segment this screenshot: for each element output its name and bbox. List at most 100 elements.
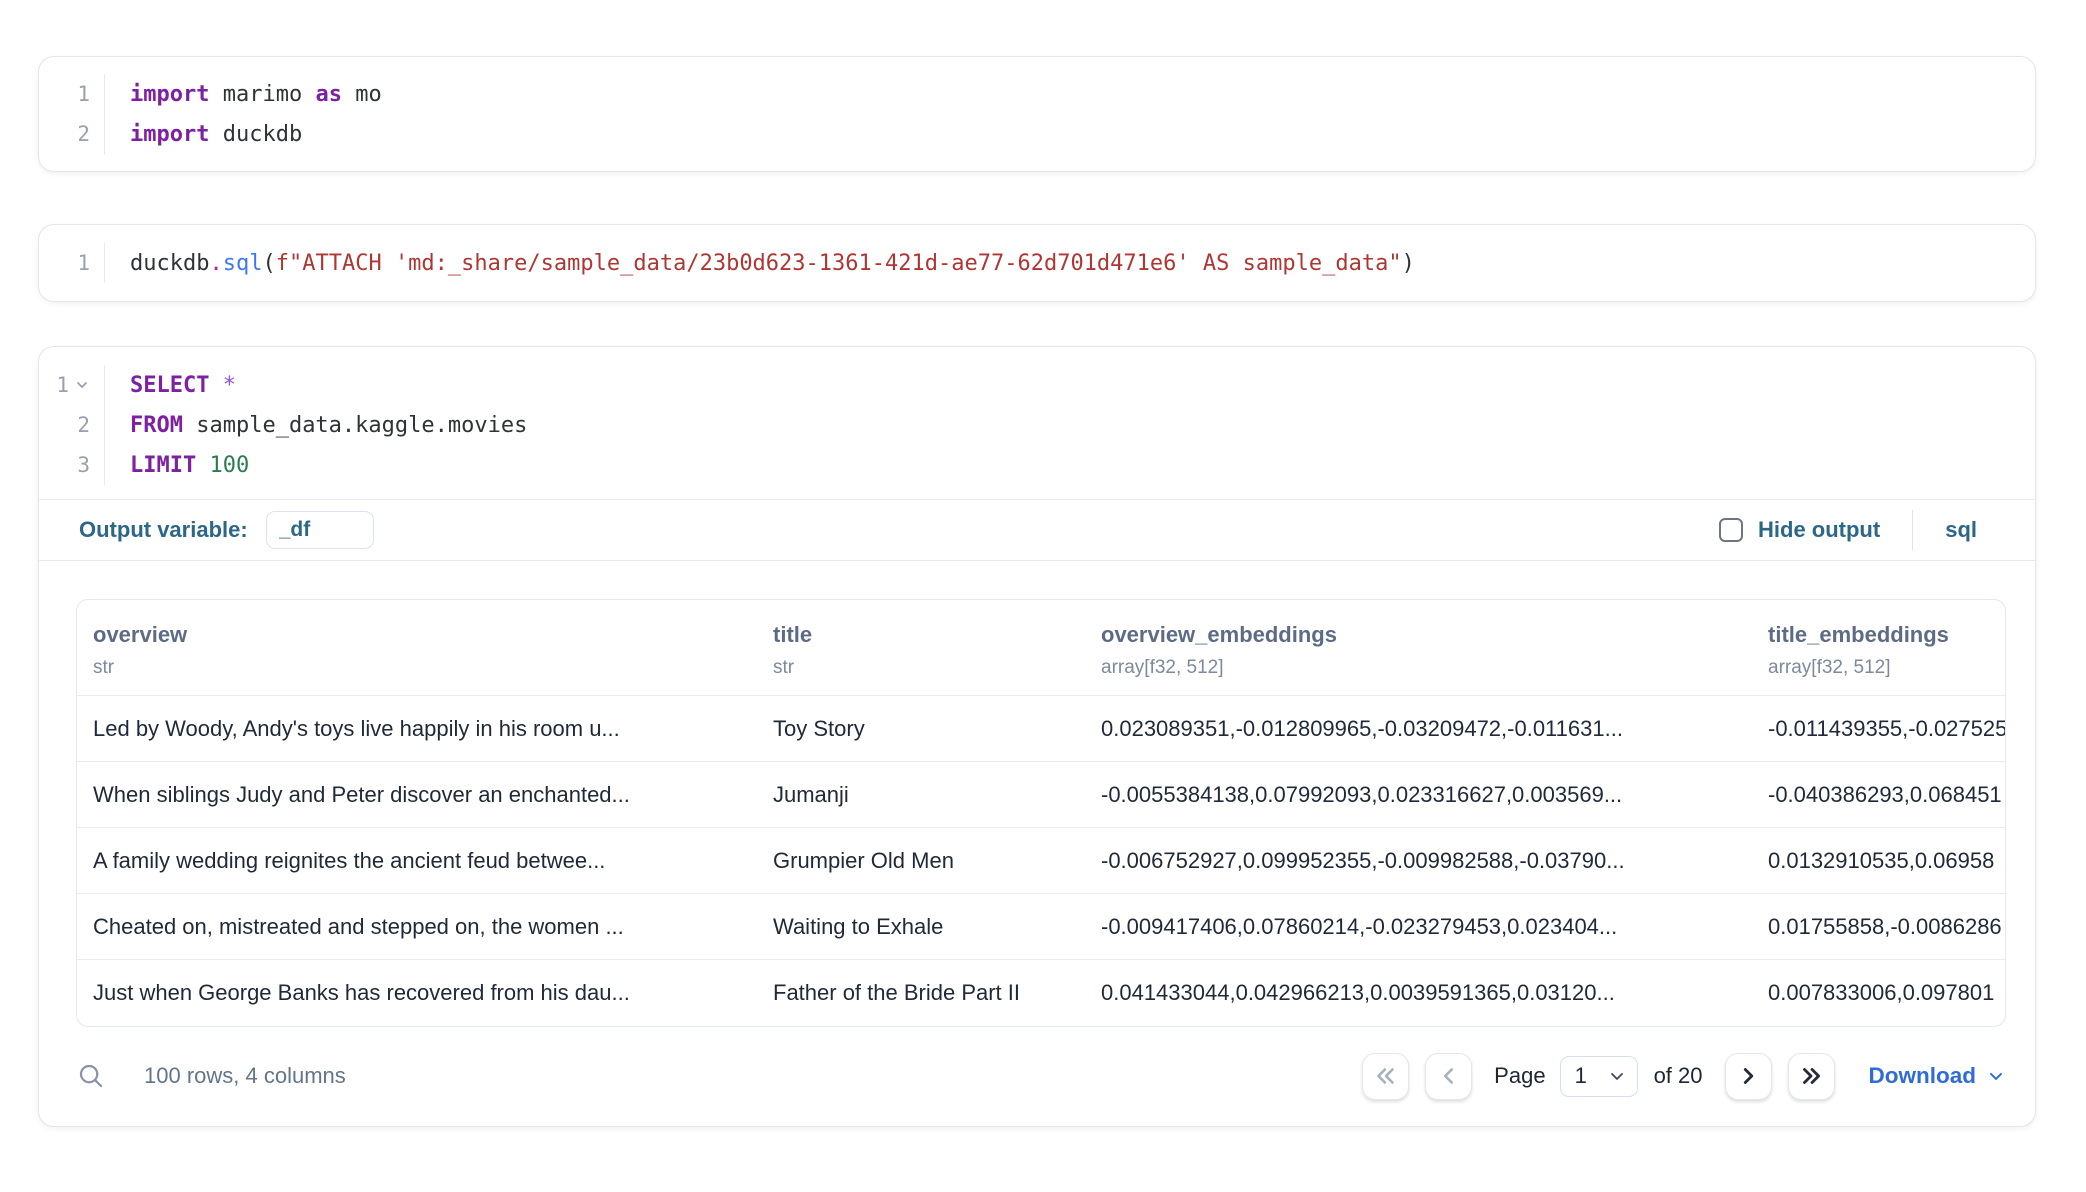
code-token: SELECT (130, 373, 209, 398)
code-text[interactable]: FROM sample_data.kaggle.movies (105, 413, 527, 438)
code-token: duckdb (209, 122, 302, 147)
cell-overview-embeddings: 0.041433044,0.042966213,0.0039591365,0.0… (1085, 960, 1752, 1026)
table-row: Led by Woody, Andy's toys live happily i… (77, 696, 2005, 762)
chevron-right-icon (1735, 1063, 1761, 1089)
divider (1912, 510, 1913, 550)
output-bar-controls: Hide output sql (1719, 510, 1995, 550)
code-token: import (130, 82, 209, 107)
code-line: 1 import marimo as mo (39, 74, 2035, 114)
line-number: 2 (39, 114, 105, 154)
code-token: LIMIT (130, 453, 196, 478)
code-token: mo (342, 82, 382, 107)
code-token: f"ATTACH 'md:_share/sample_data/23b0d623… (276, 251, 1402, 276)
line-number: 1 (39, 243, 105, 283)
code-text[interactable]: SELECT * (105, 373, 236, 398)
line-number-text: 3 (77, 453, 90, 477)
cell-overview: When siblings Judy and Peter discover an… (77, 762, 757, 828)
cell-title: Jumanji (757, 762, 1085, 828)
code-token: ) (1402, 251, 1415, 276)
cell-overview: Cheated on, mistreated and stepped on, t… (77, 894, 757, 960)
code-text[interactable]: LIMIT 100 (105, 453, 249, 478)
code-token: as (315, 82, 342, 107)
cell-title: Toy Story (757, 696, 1085, 762)
cell-title-embeddings: 0.0132910535,0.06958 (1752, 828, 2005, 894)
output-variable-input[interactable] (266, 511, 374, 549)
code-token: sample_data.kaggle.movies (183, 413, 527, 438)
table-header-row: overview str title str overview_embeddin… (77, 600, 2005, 696)
line-number-text: 2 (77, 413, 90, 437)
cell-overview-embeddings: 0.023089351,-0.012809965,-0.03209472,-0.… (1085, 696, 1752, 762)
column-name: title (773, 622, 1069, 648)
column-type: array[f32, 512] (1101, 657, 1736, 679)
output-variable-bar: Output variable: Hide output sql (39, 500, 2035, 560)
code-line: 1 duckdb.sql(f"ATTACH 'md:_share/sample_… (39, 243, 2035, 283)
chevrons-right-icon (1798, 1063, 1824, 1089)
last-page-button[interactable] (1788, 1053, 1835, 1100)
code-line: 2 import duckdb (39, 114, 2035, 154)
column-header-overview[interactable]: overview str (77, 600, 757, 696)
line-number: 1 (39, 74, 105, 114)
table-footer: 100 rows, 4 columns Page 1 (76, 1053, 2006, 1100)
line-number: 2 (39, 405, 105, 445)
chevrons-left-icon (1373, 1063, 1399, 1089)
code-token: . (209, 251, 222, 276)
code-text[interactable]: import marimo as mo (105, 82, 382, 107)
code-token: * (223, 373, 236, 398)
table-row: Just when George Banks has recovered fro… (77, 960, 2005, 1026)
column-type: str (93, 657, 741, 679)
column-name: title_embeddings (1768, 622, 1989, 648)
cell-title: Waiting to Exhale (757, 894, 1085, 960)
hide-output-label[interactable]: Hide output (1758, 517, 1880, 543)
output-variable-label: Output variable: (79, 517, 248, 543)
cell-overview-embeddings: -0.006752927,0.099952355,-0.009982588,-0… (1085, 828, 1752, 894)
page-count-label: of 20 (1654, 1063, 1703, 1089)
cell-title-embeddings: 0.01755858,-0.0086286 (1752, 894, 2005, 960)
code-line: 1 SELECT * (39, 365, 2035, 405)
line-number: 1 (39, 365, 105, 405)
pagination: Page 1 of 20 (1362, 1053, 2006, 1100)
cell-overview: A family wedding reignites the ancient f… (77, 828, 757, 894)
code-text[interactable]: duckdb.sql(f"ATTACH 'md:_share/sample_da… (105, 251, 1415, 276)
line-number-text: 2 (77, 122, 90, 146)
page-label: Page (1494, 1063, 1545, 1089)
language-toggle[interactable]: sql (1945, 517, 1977, 543)
line-number-text: 1 (77, 251, 90, 275)
sql-cell: 1 SELECT * 2 FROM sample_data.kaggle.mov… (38, 346, 2036, 1127)
cell-overview: Just when George Banks has recovered fro… (77, 960, 757, 1026)
prev-page-button[interactable] (1425, 1053, 1472, 1100)
divider (39, 560, 2035, 561)
code-token: marimo (209, 82, 315, 107)
column-header-title[interactable]: title str (757, 600, 1085, 696)
cell-title: Grumpier Old Men (757, 828, 1085, 894)
hide-output-checkbox[interactable] (1719, 518, 1743, 542)
code-line: 3 LIMIT 100 (39, 445, 2035, 485)
page-select[interactable]: 1 (1560, 1056, 1638, 1097)
marimo-notebook: 1 import marimo as mo 2 import duckdb 1 … (0, 0, 2086, 1192)
cell-overview: Led by Woody, Andy's toys live happily i… (77, 696, 757, 762)
line-number: 3 (39, 445, 105, 485)
code-text[interactable]: import duckdb (105, 122, 302, 147)
fold-chevron-icon[interactable] (74, 377, 90, 393)
next-page-button[interactable] (1725, 1053, 1772, 1100)
code-token: duckdb (130, 251, 209, 276)
code-line: 2 FROM sample_data.kaggle.movies (39, 405, 2035, 445)
line-number-text: 1 (56, 373, 69, 397)
code-editor[interactable]: 1 SELECT * 2 FROM sample_data.kaggle.mov… (39, 365, 2035, 485)
column-header-overview-embeddings[interactable]: overview_embeddings array[f32, 512] (1085, 600, 1752, 696)
chevron-down-icon (1607, 1066, 1627, 1086)
column-header-title-embeddings[interactable]: title_embeddings array[f32, 512] (1752, 600, 2005, 696)
download-button[interactable]: Download (1869, 1063, 2007, 1089)
code-cell-attach[interactable]: 1 duckdb.sql(f"ATTACH 'md:_share/sample_… (38, 224, 2036, 302)
cell-title-embeddings: -0.040386293,0.068451 (1752, 762, 2005, 828)
cell-overview-embeddings: -0.0055384138,0.07992093,0.023316627,0.0… (1085, 762, 1752, 828)
table-row: When siblings Judy and Peter discover an… (77, 762, 2005, 828)
cell-title-embeddings: -0.011439355,-0.027525 (1752, 696, 2005, 762)
column-type: str (773, 657, 1069, 679)
code-token (209, 373, 222, 398)
first-page-button[interactable] (1362, 1053, 1409, 1100)
code-cell-imports[interactable]: 1 import marimo as mo 2 import duckdb (38, 56, 2036, 172)
code-token (196, 453, 209, 478)
column-name: overview_embeddings (1101, 622, 1736, 648)
cell-title-embeddings: 0.007833006,0.097801 (1752, 960, 2005, 1026)
search-icon[interactable] (76, 1061, 106, 1091)
